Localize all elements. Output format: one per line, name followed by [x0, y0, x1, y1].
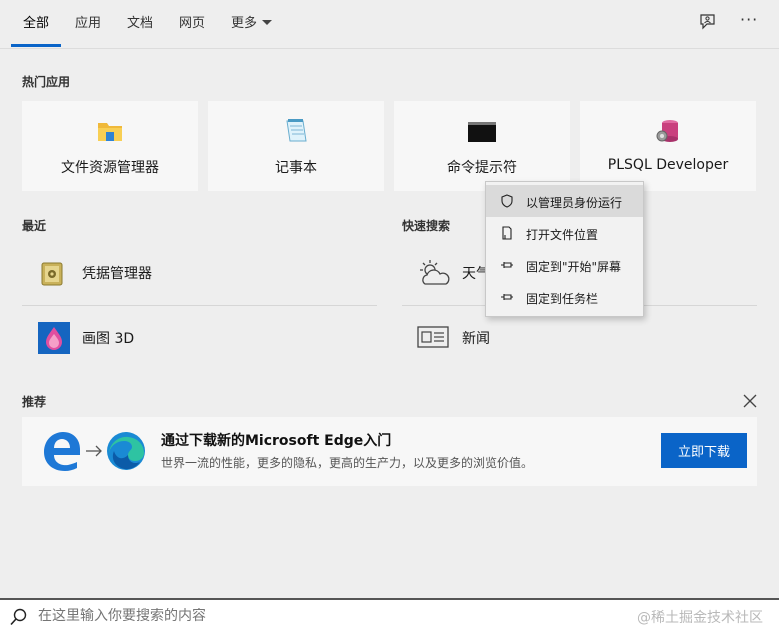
chevron-down-icon — [262, 20, 273, 25]
more-options-icon[interactable]: ··· — [740, 10, 758, 29]
menu-item-run-as-admin[interactable]: 以管理员身份运行 — [486, 185, 643, 217]
pin-icon — [501, 294, 513, 300]
recent-item-label: 画图 3D — [82, 331, 135, 347]
weather-icon — [420, 260, 450, 285]
file-location-icon — [502, 226, 512, 240]
menu-item-open-file-location[interactable]: 打开文件位置 — [486, 217, 643, 249]
app-tile-label: 记事本 — [275, 160, 317, 176]
news-icon — [417, 326, 449, 348]
quick-search-label: 新闻 — [462, 331, 490, 347]
watermark-text: @稀土掘金技术社区 — [637, 610, 763, 626]
recommend-title: 推荐 — [22, 395, 47, 409]
arrow-right-icon — [86, 445, 102, 457]
recent-item-label: 凭据管理器 — [82, 266, 152, 282]
quick-search-news[interactable]: 新闻 — [402, 314, 757, 362]
search-input[interactable] — [38, 608, 578, 624]
banner-subtitle: 世界一流的性能，更多的隐私，更高的生产力，以及更多的浏览价值。 — [161, 456, 534, 470]
divider — [22, 305, 377, 306]
app-tile-command-prompt[interactable]: 命令提示符 — [394, 101, 570, 191]
edge-legacy-icon — [44, 432, 80, 471]
tab-documents[interactable]: 文档 — [127, 12, 153, 31]
feedback-icon[interactable] — [698, 12, 718, 32]
app-tile-notepad[interactable]: 记事本 — [208, 101, 384, 191]
menu-item-label: 固定到任务栏 — [526, 292, 599, 306]
pin-icon — [501, 262, 513, 268]
menu-item-label: 打开文件位置 — [526, 228, 599, 242]
menu-item-label: 以管理员身份运行 — [526, 196, 623, 210]
quick-search-title: 快速搜索 — [402, 219, 451, 233]
recent-item-credential-manager[interactable]: 凭据管理器 — [22, 249, 377, 297]
scope-tab-bar: 全部 应用 文档 网页 更多 ··· — [0, 0, 779, 49]
cmd-icon — [468, 122, 496, 142]
menu-item-pin-to-start[interactable]: 固定到"开始"屏幕 — [486, 249, 643, 281]
edge-icon — [107, 432, 145, 470]
recent-item-paint-3d[interactable]: 画图 3D — [22, 314, 377, 362]
tab-web[interactable]: 网页 — [179, 12, 205, 31]
tab-all[interactable]: 全部 — [23, 12, 49, 31]
hot-apps-title: 热门应用 — [22, 75, 71, 89]
close-icon[interactable] — [743, 394, 757, 408]
search-icon — [10, 608, 27, 626]
app-tile-file-explorer[interactable]: 文件资源管理器 — [22, 101, 198, 191]
menu-item-label: 固定到"开始"屏幕 — [526, 260, 622, 274]
paint3d-icon — [38, 322, 70, 354]
search-bar: @稀土掘金技术社区 — [0, 598, 779, 635]
tab-more-label: 更多 — [231, 16, 258, 31]
app-tile-label: PLSQL Developer — [607, 157, 729, 173]
menu-item-pin-to-taskbar[interactable]: 固定到任务栏 — [486, 281, 643, 313]
context-menu: 以管理员身份运行 打开文件位置 固定到"开始"屏幕 固定到任务栏 — [485, 181, 644, 317]
tab-more[interactable]: 更多 — [231, 12, 273, 31]
credential-icon — [41, 262, 63, 286]
app-tile-label: 命令提示符 — [447, 160, 517, 176]
plsql-icon — [656, 120, 678, 142]
edge-promo-banner: 通过下载新的Microsoft Edge入门 世界一流的性能，更多的隐私，更高的… — [22, 417, 757, 486]
active-tab-indicator — [11, 44, 61, 47]
tab-apps[interactable]: 应用 — [75, 12, 101, 31]
banner-title: 通过下载新的Microsoft Edge入门 — [161, 433, 392, 449]
recent-title: 最近 — [22, 219, 47, 233]
notepad-icon — [286, 119, 307, 142]
app-tile-plsql-developer[interactable]: PLSQL Developer — [580, 101, 756, 191]
download-now-button[interactable]: 立即下载 — [661, 433, 747, 468]
folder-icon — [98, 123, 122, 141]
shield-icon — [501, 194, 513, 208]
app-tile-label: 文件资源管理器 — [61, 160, 159, 176]
